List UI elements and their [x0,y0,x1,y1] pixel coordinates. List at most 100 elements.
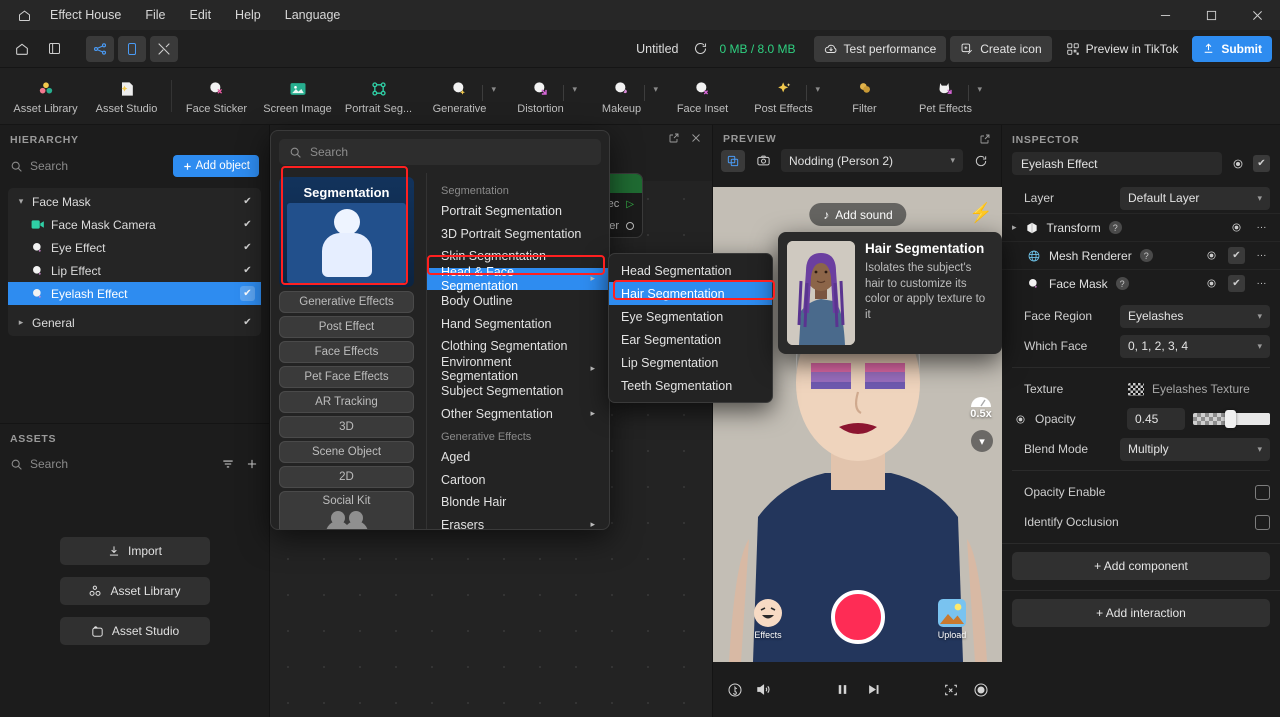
popup-item-3d-portrait-segmentation[interactable]: 3D Portrait Segmentation [427,223,609,246]
identify-occlusion-checkbox[interactable] [1255,514,1270,530]
submenu-item-ear-segmentation[interactable]: Ear Segmentation [609,328,772,351]
preview-mode-select[interactable]: Nodding (Person 2) ▾ [781,149,963,172]
category-pet-face-effects[interactable]: Pet Face Effects [279,366,414,388]
face-region-select[interactable]: Eyelashes ▾ [1120,304,1270,328]
assets-search-input[interactable]: Search [10,457,211,471]
layer-select[interactable]: Default Layer ▾ [1120,186,1270,210]
close-button[interactable] [1234,0,1280,30]
record-button[interactable] [831,590,885,644]
visibility-checkbox[interactable]: ✔ [240,315,255,330]
tool-filter[interactable]: Filter [825,72,904,120]
submenu-item-teeth-segmentation[interactable]: Teeth Segmentation [609,374,772,397]
opacity-value-field[interactable]: 0.45 [1127,408,1185,430]
assets-add-icon[interactable] [245,457,259,471]
hierarchy-search-input[interactable]: Search [10,159,165,173]
popup-item-blonde-hair[interactable]: Blonde Hair [427,491,609,514]
tool-screen-image[interactable]: Screen Image [258,72,337,120]
chevron-down-icon[interactable]: ▾ [16,196,26,207]
visibility-checkbox[interactable]: ✔ [240,286,255,301]
add-interaction-button[interactable]: + Add interaction [1012,599,1270,627]
panel-layout-icon[interactable] [40,36,68,62]
popup-item-environment-segmentation[interactable]: Environment Segmentation ▸ [427,355,609,383]
submenu-item-eye-segmentation[interactable]: Eye Segmentation [609,305,772,328]
preview-multi-frame-icon[interactable] [721,149,745,172]
popup-item-aged[interactable]: Aged [427,446,609,469]
device-preview-toggle-icon[interactable] [118,35,146,62]
maximize-button[interactable] [1188,0,1234,30]
menu-app-name[interactable]: Effect House [38,4,133,26]
submenu-item-lip-segmentation[interactable]: Lip Segmentation [609,351,772,374]
category-card-segmentation[interactable]: Segmentation [279,177,414,287]
effects-shortcut[interactable]: Effects [753,598,783,640]
category-scene-object[interactable]: Scene Object [279,441,414,463]
component-visibility-toggle[interactable] [1203,247,1220,264]
visibility-checkbox[interactable]: ✔ [240,240,255,255]
preview-reload-icon[interactable] [969,150,993,172]
help-icon[interactable]: ? [1108,221,1122,234]
preview-in-tiktok-button[interactable]: Preview in TikTok [1056,36,1189,62]
hierarchy-row-eyelash-effect[interactable]: Eyelash Effect ✔ [8,282,261,305]
record-icon[interactable] [973,682,989,698]
component-visibility-toggle[interactable] [1203,275,1220,292]
component-enabled-checkbox[interactable]: ✔ [1228,275,1245,292]
step-forward-button[interactable] [866,682,881,697]
menu-language[interactable]: Language [273,4,353,26]
opacity-slider[interactable] [1193,410,1270,428]
asset-studio-button[interactable]: Asset Studio [59,617,210,645]
popup-item-body-outline[interactable]: Body Outline [427,290,609,313]
popup-item-head-face-segmentation[interactable]: Head & Face Segmentation ▸ [427,265,609,293]
hierarchy-row-face-mask[interactable]: ▾ Face Mask ✔ [8,190,261,213]
category-post-effect[interactable]: Post Effect [279,316,414,338]
preview-camera-icon[interactable] [751,150,775,172]
tool-face-sticker[interactable]: Face Sticker [177,72,256,120]
import-button[interactable]: Import [59,537,210,565]
component-menu-icon[interactable]: ··· [1253,275,1270,292]
category-3d[interactable]: 3D [279,416,414,438]
component-visibility-toggle[interactable] [1228,219,1245,236]
component-menu-icon[interactable]: ··· [1253,247,1270,264]
hierarchy-row-eye-effect[interactable]: Eye Effect ✔ [8,236,261,259]
graph-popout-icon[interactable] [668,132,680,144]
tool-asset-library[interactable]: Asset Library [6,72,85,120]
create-icon-button[interactable]: Create icon [950,35,1052,62]
component-transform[interactable]: ▸ Transform ? ··· [1002,213,1280,241]
chevron-right-icon[interactable]: ▸ [1012,222,1017,233]
menu-file[interactable]: File [133,4,177,26]
flash-icon[interactable]: ⚡ [969,201,993,225]
popup-item-portrait-segmentation[interactable]: Portrait Segmentation [427,200,609,223]
help-icon[interactable]: ? [1115,277,1129,290]
chevron-right-icon[interactable]: ▸ [16,317,26,328]
zoom-level-indicator[interactable]: 0.5x [969,394,993,420]
menu-edit[interactable]: Edit [178,4,224,26]
add-object-button[interactable]: Add object [172,155,259,177]
category-generative-effects[interactable]: Generative Effects [279,291,414,313]
minimize-button[interactable] [1142,0,1188,30]
category-face-effects[interactable]: Face Effects [279,341,414,363]
component-face-mask[interactable]: Face Mask ? ✔ ··· [1002,269,1280,297]
category-2d[interactable]: 2D [279,466,414,488]
add-object-popup[interactable]: Search Segmentation Generative Effects P… [270,130,610,530]
tool-portrait-segmentation[interactable]: Portrait Seg... [339,72,418,120]
tool-makeup[interactable]: ▾ Makeup [582,72,661,120]
submit-button[interactable]: Submit [1192,35,1272,62]
add-sound-button[interactable]: ♪ Add sound [809,203,907,226]
tool-face-inset[interactable]: Face Inset [663,72,742,120]
graph-close-icon[interactable] [690,132,702,144]
menu-help[interactable]: Help [223,4,273,26]
submenu-item-hair-segmentation[interactable]: Hair Segmentation [609,282,772,305]
home-icon[interactable] [8,36,36,62]
popup-item-erasers[interactable]: Erasers ▸ [427,514,609,529]
opacity-keyframe-icon[interactable] [1012,411,1029,428]
chevron-down-icon[interactable]: ▾ [815,84,820,95]
object-name-field[interactable]: Eyelash Effect [1012,152,1222,175]
tool-distortion[interactable]: ▾ Distortion [501,72,580,120]
object-visibility-toggle[interactable] [1229,155,1246,172]
opacity-slider-knob[interactable] [1225,410,1237,428]
popup-search-input[interactable]: Search [279,139,601,165]
category-social-kit[interactable]: Social Kit [279,491,414,529]
asset-library-button[interactable]: Asset Library [59,577,210,605]
add-component-button[interactable]: + Add component [1012,552,1270,580]
preview-popout-icon[interactable] [979,133,991,145]
texture-field[interactable]: Eyelashes Texture [1120,378,1270,401]
tiktok-note-icon[interactable] [727,682,743,698]
